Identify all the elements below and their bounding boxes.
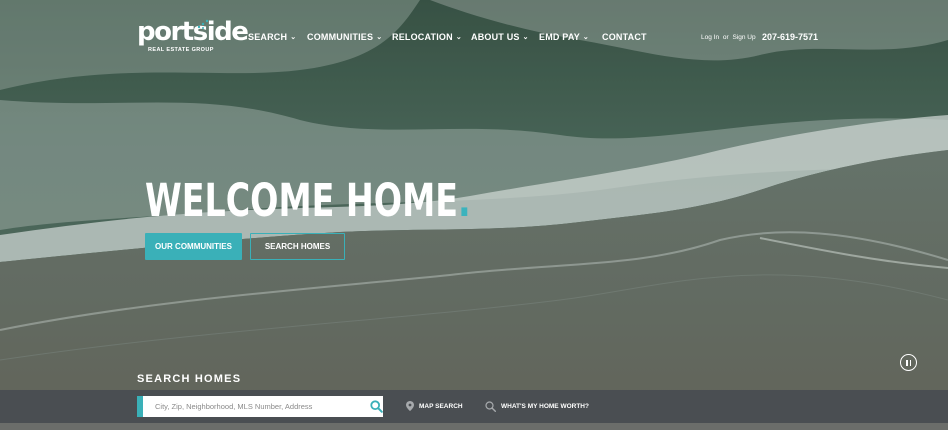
nav-item-label: RELOCATION [392,32,453,42]
phone-number[interactable]: 207-619-7571 [762,32,818,42]
search-icon[interactable] [370,400,383,413]
logo-dots-icon [197,19,209,29]
nav-item-contact[interactable]: CONTACT [602,32,647,42]
portside-logo[interactable]: portside REAL ESTATE GROUP [137,18,249,58]
nav-item-communities[interactable]: COMMUNITIES ⌄ [307,32,382,42]
chevron-down-icon: ⌄ [376,34,383,41]
nav-item-label: EMD PAY [539,32,580,42]
magnifier-icon [485,401,496,412]
hero-headline: WELCOME HOME. [145,174,471,228]
map-search-label: MAP SEARCH [419,402,463,410]
nav-item-label: ABOUT US [471,32,520,42]
search-homes-button[interactable]: SEARCH HOMES [250,233,345,260]
chevron-down-icon: ⌄ [582,34,589,41]
chevron-down-icon: ⌄ [290,34,297,41]
nav-item-label: CONTACT [602,32,647,42]
chevron-down-icon: ⌄ [522,34,529,41]
signup-link[interactable]: Sign Up [732,34,755,41]
headline-dot: . [457,174,471,227]
search-box [137,396,383,417]
search-bar-bottom-strip [0,423,948,430]
hero-background [0,0,948,430]
search-input[interactable] [155,396,355,417]
nav-item-label: SEARCH [248,32,288,42]
pause-icon[interactable] [900,354,917,371]
map-search-link[interactable]: MAP SEARCH [406,401,463,411]
logo-tagline: REAL ESTATE GROUP [148,47,214,53]
nav-item-about-us[interactable]: ABOUT US ⌄ [471,32,529,42]
nav-item-relocation[interactable]: RELOCATION ⌄ [392,32,462,42]
nav-item-search[interactable]: SEARCH ⌄ [248,32,296,42]
our-communities-button[interactable]: OUR COMMUNITIES [145,233,242,260]
search-homes-title: SEARCH HOMES [137,373,242,385]
home-worth-label: WHAT'S MY HOME WORTH? [501,403,589,410]
headline-text: WELCOME HOME [145,174,458,227]
auth-links: Log In or Sign Up [701,34,756,41]
map-pin-icon [406,401,414,411]
home-worth-link[interactable]: WHAT'S MY HOME WORTH? [485,401,589,412]
auth-separator: or [722,34,729,41]
logo-wordmark: portside [137,17,249,47]
ocean-waves-image [0,0,948,430]
nav-item-label: COMMUNITIES [307,32,374,42]
login-link[interactable]: Log In [701,34,719,41]
chevron-down-icon: ⌄ [455,34,462,41]
nav-item-emd-pay[interactable]: EMD PAY ⌄ [539,32,589,42]
